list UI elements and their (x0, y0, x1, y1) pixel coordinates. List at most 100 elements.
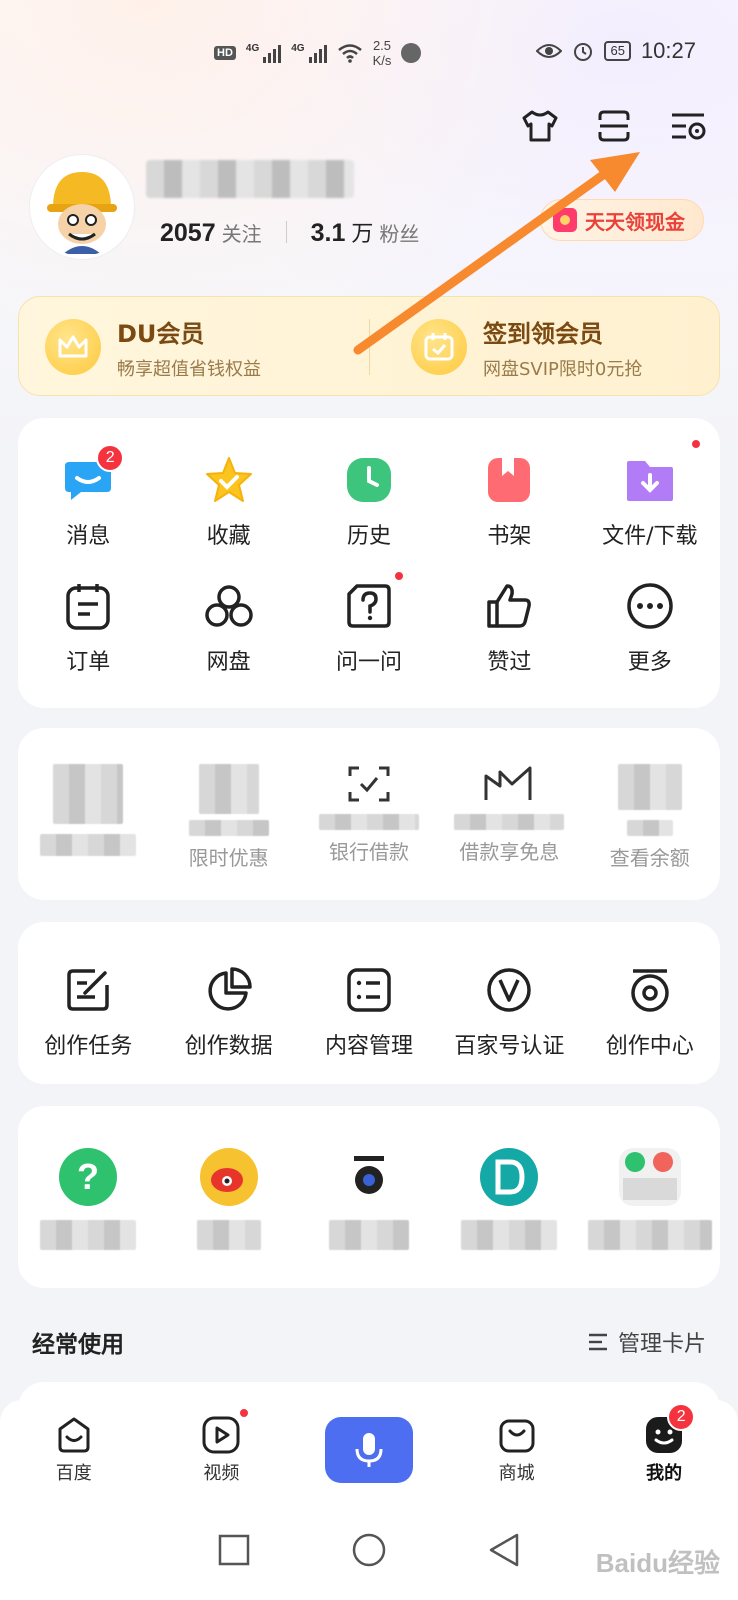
tool-label: 更多 (627, 650, 672, 675)
loan-icon (484, 766, 532, 800)
avatar-cartoon-icon (33, 158, 131, 256)
tool-history[interactable]: 历史 (299, 452, 439, 550)
avatar[interactable] (30, 155, 134, 259)
nav-home[interactable]: 百度 (19, 1415, 129, 1485)
creator-center[interactable]: 创作中心 (580, 962, 720, 1060)
tool-orders[interactable]: 订单 (18, 578, 158, 676)
nav-mine[interactable]: 2 我的 (609, 1403, 719, 1485)
scan-icon[interactable] (594, 106, 634, 146)
finance-label: 查看余额 (609, 846, 690, 870)
cloud-disk-icon (201, 578, 257, 634)
section-title: 经常使用 (32, 1332, 124, 1358)
du-vip-title: DU会员 (117, 319, 205, 348)
creator-data[interactable]: 创作数据 (158, 962, 298, 1060)
finance-label: 银行借款 (328, 840, 409, 864)
tool-label: 书架 (487, 524, 532, 549)
tool-liked[interactable]: 赞过 (439, 578, 579, 676)
signin-vip-subtitle: 网盘SVIP限时0元抢 (483, 358, 643, 380)
creator-verify[interactable]: 百家号认证 (439, 962, 579, 1060)
verify-v-icon (481, 962, 537, 1018)
tool-label: 赞过 (487, 650, 532, 675)
blurred-label (196, 1220, 261, 1250)
clock-icon (341, 452, 397, 508)
username-blurred (146, 160, 354, 198)
tool-ask[interactable]: 问一问 (299, 570, 439, 676)
tool-message[interactable]: 2 消息 (18, 444, 158, 550)
red-envelope-icon (553, 208, 577, 232)
face-scan-icon (348, 766, 390, 802)
daily-cash-button[interactable]: 天天领现金 (540, 199, 704, 241)
signin-vip-entry[interactable]: 签到领会员 网盘SVIP限时0元抢 (411, 297, 642, 397)
skin-shirt-icon[interactable] (520, 106, 560, 146)
nav-video[interactable]: 视频 (166, 1407, 276, 1485)
settings-icon[interactable] (668, 106, 708, 146)
tool-favorites[interactable]: 收藏 (158, 452, 298, 550)
finance-item[interactable]: 限时优惠 (158, 764, 298, 871)
creator-task[interactable]: 创作任务 (18, 962, 158, 1060)
order-icon (60, 578, 116, 634)
menu-lines-icon (588, 1333, 607, 1351)
back-triangle-icon[interactable] (487, 1532, 521, 1568)
blurred-bar (454, 814, 565, 830)
app-item[interactable] (158, 1146, 298, 1250)
blurred-label (587, 1220, 712, 1250)
du-vip-entry[interactable]: DU会员 畅享超值省钱权益 (45, 297, 261, 397)
signin-vip-title: 签到领会员 (483, 319, 603, 348)
finance-item[interactable] (18, 764, 158, 871)
tool-bookshelf[interactable]: 书架 (439, 452, 579, 550)
hd-badge: HD (214, 46, 236, 60)
blurred-label (328, 1220, 409, 1250)
nav-shop[interactable]: 商城 (462, 1415, 572, 1485)
tool-netdisk[interactable]: 网盘 (158, 578, 298, 676)
tool-more[interactable]: 更多 (580, 578, 720, 676)
finance-item[interactable]: 银行借款 (299, 764, 439, 871)
creator-label: 百家号认证 (454, 1034, 565, 1059)
video-icon (202, 1416, 240, 1454)
app-item[interactable] (299, 1146, 439, 1250)
folder-download-icon (622, 438, 702, 508)
following-count[interactable]: 2057 (160, 219, 216, 248)
stats-divider (285, 221, 287, 243)
svg-text:?: ? (77, 1156, 99, 1197)
mic-icon (324, 1417, 413, 1483)
list-icon (341, 962, 397, 1018)
fans-count[interactable]: 3.1 (311, 219, 346, 248)
bottom-nav: 百度 视频 商城 2 我的 (0, 1400, 738, 1500)
profile-stats: 2057 关注 3.1 万 粉丝 (160, 216, 419, 248)
blurred-label (461, 1220, 558, 1250)
bookmark-icon (481, 452, 537, 508)
thumbs-up-icon (481, 578, 537, 634)
fans-label[interactable]: 粉丝 (379, 218, 419, 247)
tool-files[interactable]: 文件/下载 (580, 438, 720, 550)
more-icon (622, 578, 678, 634)
app-item[interactable]: ? (18, 1146, 158, 1250)
tool-label: 收藏 (206, 524, 251, 549)
home-circle-icon[interactable] (351, 1532, 387, 1568)
finance-label: 借款享免息 (459, 840, 560, 864)
nav-voice[interactable] (314, 1417, 424, 1483)
edit-task-icon (60, 962, 116, 1018)
eye-icon (536, 44, 563, 58)
following-label[interactable]: 关注 (222, 218, 262, 247)
vip-divider (369, 319, 370, 375)
qa-help-icon: ? (59, 1148, 118, 1206)
alarm-icon (574, 43, 593, 61)
tool-label: 文件/下载 (602, 524, 698, 549)
signal-icon: 4G (246, 43, 282, 63)
app-item[interactable] (439, 1146, 579, 1250)
finance-item[interactable]: 查看余额 (580, 764, 720, 871)
recent-apps-icon[interactable] (217, 1533, 251, 1567)
creator-content[interactable]: 内容管理 (299, 962, 439, 1060)
nav-label: 视频 (203, 1463, 240, 1484)
tool-label: 消息 (66, 524, 111, 549)
teal-app-icon (480, 1148, 539, 1206)
fans-unit: 万 (351, 221, 374, 246)
header-actions (520, 106, 708, 146)
frequently-used-header: 经常使用 管理卡片 (32, 1322, 706, 1362)
finance-item[interactable]: 借款享免息 (439, 764, 579, 871)
app-item[interactable] (580, 1146, 720, 1250)
manage-cards-button[interactable]: 管理卡片 (588, 1326, 706, 1358)
signal-icon-2: 4G (291, 43, 327, 63)
mine-badge: 2 (667, 1403, 696, 1431)
du-vip-subtitle: 畅享超值省钱权益 (117, 358, 261, 380)
